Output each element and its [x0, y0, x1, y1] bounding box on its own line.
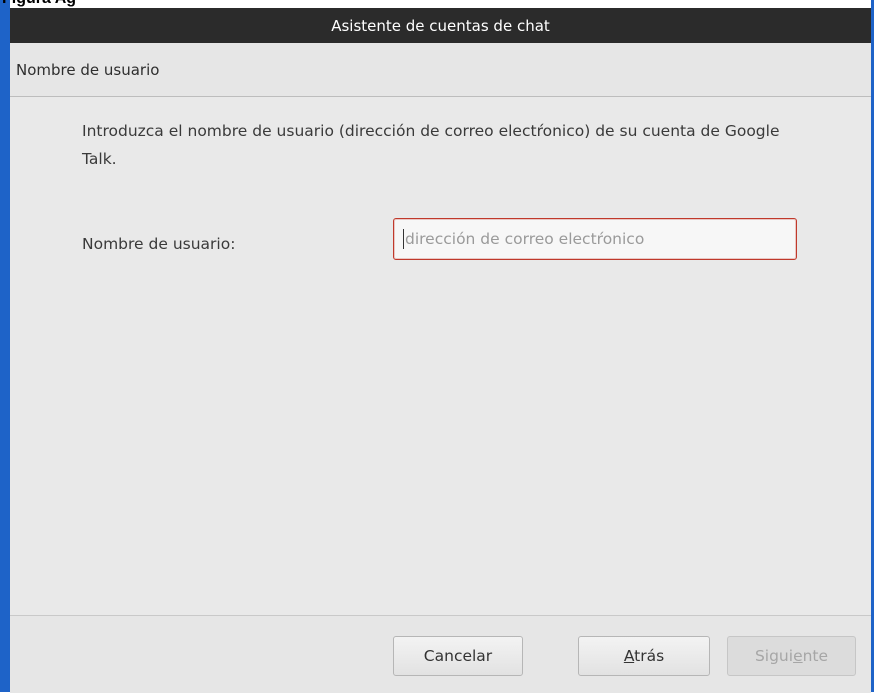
username-input[interactable]: dirección de correo electŕonico: [393, 218, 797, 260]
mnemonic-letter: A: [623, 647, 635, 665]
content-area: Introduzca el nombre de usuario (direcci…: [10, 97, 871, 615]
username-label: Nombre de usuario:: [82, 235, 236, 253]
window-titlebar: Asistente de cuentas de chat: [10, 8, 871, 43]
intro-text: Introduzca el nombre de usuario (direcci…: [82, 122, 780, 168]
cancel-button[interactable]: Cancelar: [393, 636, 523, 676]
back-button[interactable]: Atrás: [578, 636, 710, 676]
back-button-label: Atrás: [623, 647, 665, 665]
next-button-label: Siguiente: [754, 647, 829, 665]
next-button[interactable]: Siguiente: [727, 636, 856, 676]
button-bar: Cancelar Atrás Siguiente: [10, 615, 871, 693]
caption-fragment: Figura Ag: [0, 0, 90, 8]
page-title: Nombre de usuario: [16, 60, 160, 79]
window-title: Asistente de cuentas de chat: [331, 16, 550, 35]
screenshot-frame-left: [0, 0, 10, 692]
username-placeholder: dirección de correo electŕonico: [405, 230, 645, 248]
mnemonic-letter: e: [793, 647, 803, 665]
screenshot-frame-right: [871, 0, 874, 692]
text-caret: [403, 229, 404, 249]
chat-account-assistant-window: Asistente de cuentas de chat Nombre de u…: [10, 8, 871, 693]
page-header: Nombre de usuario: [10, 43, 871, 97]
